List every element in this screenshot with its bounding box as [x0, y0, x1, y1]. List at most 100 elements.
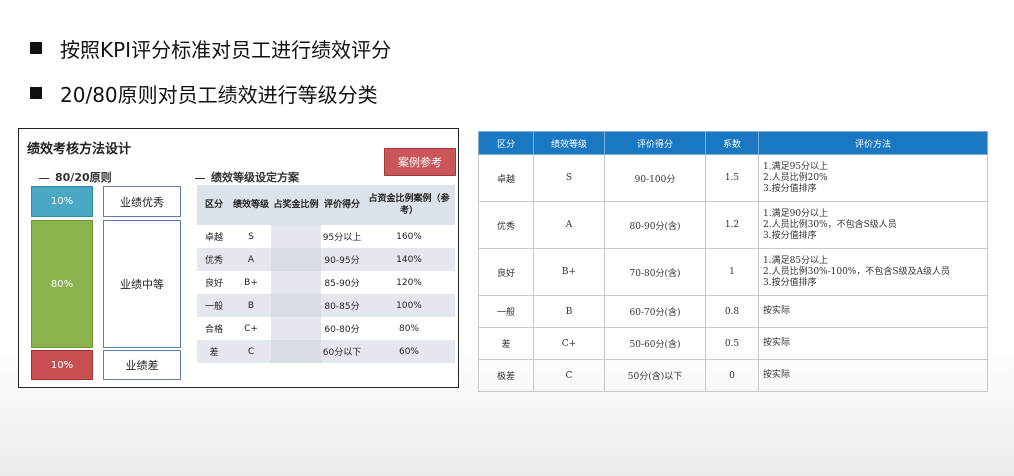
header-cell: 绩效等级: [231, 185, 271, 225]
cell: [271, 340, 321, 363]
cell: [271, 317, 321, 340]
bottom-10-bar: 10%: [31, 350, 93, 380]
cell: C: [533, 359, 605, 392]
method-cell: 按实际: [758, 359, 988, 392]
cell: 一般: [197, 294, 231, 317]
cell: C+: [533, 327, 605, 360]
method-design-panel: 绩效考核方法设计 80/20原则 案例参考 10% 80% 10% 业绩优秀 业…: [18, 128, 459, 388]
cell: 0.8: [705, 295, 759, 328]
cell: 1.5: [705, 154, 759, 202]
bullet-item: 20/80原则对员工绩效进行等级分类: [30, 73, 391, 113]
cell: 卓越: [478, 154, 534, 202]
method-cell: 按实际: [758, 327, 988, 360]
bullet-text: 按照KPI评分标准对员工进行绩效评分: [60, 37, 392, 62]
top-10-bar: 10%: [31, 186, 93, 217]
header-cell: 系数: [705, 131, 759, 155]
grade-scheme-title: 绩效等级设定方案: [195, 169, 299, 185]
table-row: 良好 B+ 85-90分 120%: [197, 271, 455, 294]
cell: C: [231, 340, 271, 363]
cell: B: [231, 294, 271, 317]
cell: A: [231, 248, 271, 271]
table-row: 卓越 S 95分以上 160%: [197, 225, 455, 248]
table-row: 差 C+ 50-60分(含) 0.5 按实际: [478, 327, 988, 360]
table-header-row: 区分 绩效等级 占奖金比例 评价得分 占资金比例案例（参考）: [197, 185, 455, 225]
cell: 80-90分(含): [604, 201, 706, 249]
cell: 80-85分: [321, 294, 363, 317]
cell: 60分以下: [321, 340, 363, 363]
method-cell: 1.满足90分以上 2.人员比例30%，不包含S级人员 3.按分值排序: [758, 201, 988, 249]
cell: 差: [197, 340, 231, 363]
cell: 50分(含)以下: [604, 359, 706, 392]
method-cell: 1.满足85分以上 2.人员比例30%-100%，不包含S级及A级人员 3.按分值排…: [758, 248, 988, 296]
cell: 极差: [478, 359, 534, 392]
header-cell: 评价得分: [604, 131, 706, 155]
evaluation-table: 区分 绩效等级 评价得分 系数 评价方法 卓越 S 90-100分 1.5 1.满足9…: [478, 131, 988, 392]
cell: C+: [244, 323, 258, 334]
header-cell: 绩效等级: [533, 131, 605, 155]
method-cell: 按实际: [758, 295, 988, 328]
cell: 85-90分: [324, 279, 360, 289]
cell: 一般: [478, 295, 534, 328]
table-header-row: 区分 绩效等级 评价得分 系数 评价方法: [478, 131, 988, 155]
square-bullet-icon: [30, 87, 42, 99]
cell: [271, 294, 321, 317]
level-average-box: 业绩中等: [103, 220, 181, 348]
table-row: 一般 B 80-85分 100%: [197, 294, 455, 317]
level-excellent-box: 业绩优秀: [103, 186, 181, 217]
cell: 0: [705, 359, 759, 392]
table-row: 卓越 S 90-100分 1.5 1.满足95分以上 2.人员比例20% 3.按分值排序: [478, 154, 988, 202]
cell: 0.5: [705, 327, 759, 360]
level-poor-box: 业绩差: [103, 350, 181, 380]
case-reference-button[interactable]: 案例参考: [384, 148, 456, 176]
cell: 160%: [396, 231, 422, 242]
method-cell: 1.满足95分以上 2.人员比例20% 3.按分值排序: [758, 154, 988, 202]
cell: 90-100分: [604, 154, 706, 202]
table-row: 极差 C 50分(含)以下 0 按实际: [478, 359, 988, 392]
cell: 1: [705, 248, 759, 296]
cell: B+: [533, 248, 605, 296]
cell: B: [533, 295, 605, 328]
cell: 90-95分: [321, 248, 363, 271]
cell: S: [248, 231, 254, 242]
cell: 60-80分: [324, 325, 360, 335]
dash-icon: [39, 177, 49, 179]
bullet-text: 20/80原则对员工绩效进行等级分类: [60, 82, 378, 107]
cell: 100%: [363, 294, 455, 317]
cell: 120%: [396, 277, 422, 288]
cell: 80%: [398, 323, 419, 334]
cell: [271, 271, 321, 294]
cell: 1.2: [705, 201, 759, 249]
cell: 95分以上: [322, 233, 362, 243]
bullet-item: 按照KPI评分标准对员工进行绩效评分: [30, 28, 391, 68]
cell: 良好: [478, 248, 534, 296]
table-row: 优秀 A 80-90分(含) 1.2 1.满足90分以上 2.人员比例30%，不包含S级…: [478, 201, 988, 249]
cell: 优秀: [478, 201, 534, 249]
dash-icon: [195, 177, 205, 179]
rule-label: 80/20原则: [39, 169, 112, 185]
panel-title: 绩效考核方法设计: [27, 142, 132, 157]
header-cell: 评价方法: [758, 131, 988, 155]
cell: 70-80分(含): [604, 248, 706, 296]
cell: 优秀: [197, 248, 231, 271]
table-row: 合格 C+ 60-80分 80%: [197, 317, 455, 340]
middle-80-bar: 80%: [31, 220, 93, 348]
table-row: 一般 B 60-70分(含) 0.8 按实际: [478, 295, 988, 328]
cell: 差: [478, 327, 534, 360]
table-row: 差 C 60分以下 60%: [197, 340, 455, 363]
cell: [271, 248, 321, 271]
header-cell: 区分: [197, 185, 231, 225]
cell: B+: [244, 277, 258, 288]
square-bullet-icon: [30, 42, 42, 54]
cell: 60%: [363, 340, 455, 363]
table-row: 良好 B+ 70-80分(含) 1 1.满足85分以上 2.人员比例30%-100%，不…: [478, 248, 988, 296]
bullet-list: 按照KPI评分标准对员工进行绩效评分 20/80原则对员工绩效进行等级分类: [30, 28, 391, 113]
grade-scheme-table: 区分 绩效等级 占奖金比例 评价得分 占资金比例案例（参考） 卓越 S 95分以上 1…: [197, 185, 455, 363]
header-cell: 占资金比例案例（参考）: [363, 185, 455, 225]
header-cell: 评价得分: [321, 185, 363, 225]
cell: 140%: [363, 248, 455, 271]
cell: 60-70分(含): [604, 295, 706, 328]
header-cell: 区分: [478, 131, 534, 155]
cell: 合格: [204, 325, 223, 335]
header-cell: 占奖金比例: [271, 185, 321, 225]
cell: S: [533, 154, 605, 202]
